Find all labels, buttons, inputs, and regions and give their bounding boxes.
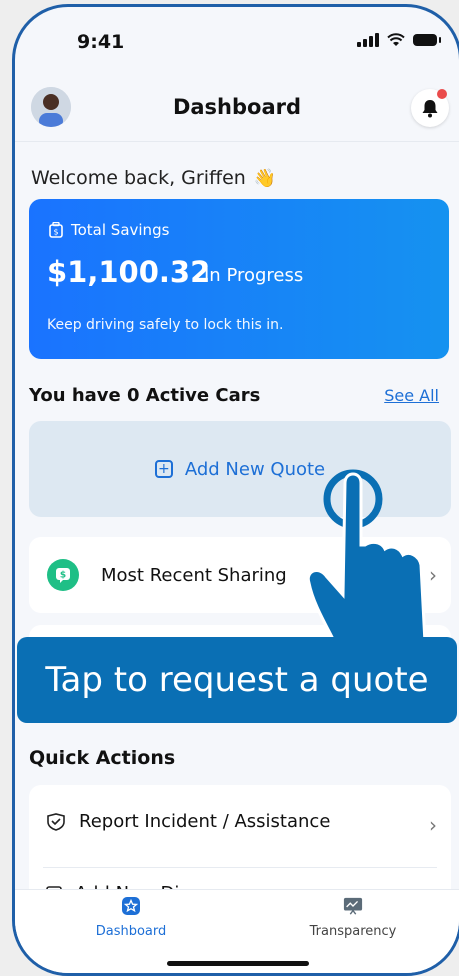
savings-note: Keep driving safely to lock this in. — [47, 317, 284, 333]
see-all-link[interactable]: See All — [384, 386, 439, 405]
status-icons — [357, 33, 441, 47]
tooltip-banner: Tap to request a quote — [17, 637, 457, 723]
wave-emoji: 👋 — [253, 168, 277, 189]
chevron-right-icon: › — [429, 813, 437, 837]
battery-icon — [413, 34, 441, 46]
sharing-label: Most Recent Sharing — [101, 565, 287, 586]
savings-label-row: $ Total Savings — [49, 221, 169, 239]
nav-transparency[interactable]: Transparency — [303, 896, 403, 939]
welcome-text: Welcome back, Griffen 👋 — [31, 167, 276, 189]
quick-actions-title: Quick Actions — [29, 747, 176, 769]
bell-icon — [422, 100, 438, 118]
quick-actions-divider — [43, 867, 437, 868]
nav-dashboard-label: Dashboard — [95, 924, 167, 939]
phone-frame: 9:41 Dashboard Welcome back, Griffen 👋 $… — [12, 4, 459, 976]
home-indicator — [167, 961, 309, 966]
welcome-label: Welcome back, Griffen — [31, 167, 246, 189]
plus-icon: + — [154, 460, 173, 478]
active-cars-title: You have 0 Active Cars — [29, 385, 261, 406]
star-shield-icon — [122, 897, 140, 915]
signal-icon — [357, 33, 379, 47]
dollar-chat-icon: $ — [47, 559, 79, 591]
savings-label: Total Savings — [71, 221, 170, 239]
nav-transparency-label: Transparency — [309, 924, 397, 939]
money-bag-icon: $ — [49, 222, 63, 238]
svg-text:$: $ — [53, 228, 58, 237]
chart-icon — [343, 897, 363, 915]
report-incident-item[interactable]: Report Incident / Assistance — [45, 811, 330, 832]
savings-amount: $1,100.32 — [47, 255, 211, 289]
savings-status: In Progress — [204, 265, 304, 286]
handshake-shield-icon — [47, 812, 65, 831]
header-divider — [15, 141, 459, 142]
notifications-button[interactable] — [411, 89, 449, 127]
nav-dashboard[interactable]: Dashboard — [95, 896, 167, 939]
status-time: 9:41 — [77, 31, 125, 53]
notification-badge — [437, 89, 447, 99]
wifi-icon — [387, 33, 405, 46]
total-savings-card[interactable]: $ Total Savings $1,100.32 In Progress Ke… — [29, 199, 449, 359]
report-incident-label: Report Incident / Assistance — [79, 811, 331, 832]
page-title: Dashboard — [172, 95, 302, 119]
svg-text:$: $ — [60, 571, 66, 581]
